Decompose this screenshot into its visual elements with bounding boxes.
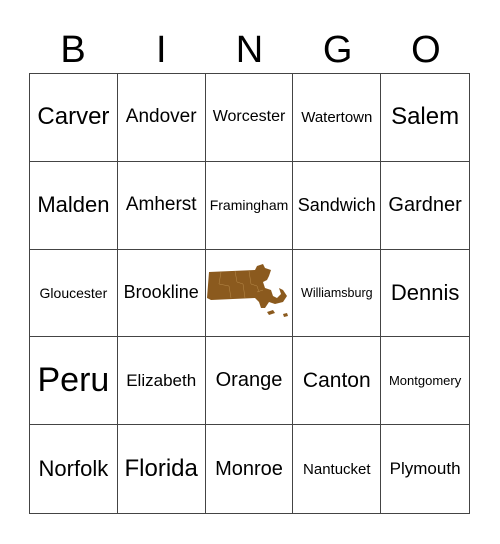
massachusetts-map-icon <box>206 262 291 323</box>
bingo-cell[interactable]: Carver <box>30 74 118 162</box>
bingo-cell[interactable]: Elizabeth <box>117 337 206 426</box>
bingo-cell[interactable]: Worcester <box>205 74 294 162</box>
bingo-cell[interactable]: Salem <box>381 74 469 162</box>
header-letter-b: B <box>60 29 86 71</box>
bingo-board: Carver Andover Worcester Watertown Salem… <box>29 73 470 514</box>
header-letter-g: G <box>322 29 353 71</box>
header-letter-n: N <box>235 29 264 71</box>
bingo-cell[interactable]: Sandwich <box>293 161 382 250</box>
bingo-cell[interactable]: Orange <box>205 337 294 426</box>
bingo-cell[interactable]: Monroe <box>206 425 294 513</box>
bingo-cell[interactable]: Florida <box>118 425 206 513</box>
bingo-cell[interactable]: Canton <box>293 337 382 426</box>
bingo-cell[interactable]: Framingham <box>205 161 294 250</box>
bingo-cell[interactable]: Brookline <box>117 249 206 338</box>
bingo-cell[interactable]: Plymouth <box>381 425 469 513</box>
bingo-cell[interactable]: Nantucket <box>293 425 382 513</box>
bingo-cell[interactable]: Watertown <box>293 74 382 162</box>
bingo-cell[interactable]: Norfolk <box>30 425 118 513</box>
bingo-cell[interactable]: Amherst <box>117 161 206 250</box>
bingo-cell[interactable]: Montgomery <box>381 337 469 426</box>
bingo-cell[interactable]: Malden <box>30 161 118 250</box>
bingo-cell[interactable]: Dennis <box>381 250 469 338</box>
bingo-cell[interactable]: Peru <box>30 337 118 426</box>
bingo-header: B I N G O <box>29 28 470 72</box>
free-space[interactable] <box>205 249 294 338</box>
header-letter-i: I <box>156 29 167 71</box>
bingo-cell[interactable]: Gloucester <box>30 249 118 338</box>
header-letter-o: O <box>411 29 441 71</box>
bingo-cell[interactable]: Andover <box>117 74 206 162</box>
bingo-cell[interactable]: Gardner <box>381 162 469 250</box>
bingo-cell[interactable]: Williamsburg <box>293 249 382 338</box>
